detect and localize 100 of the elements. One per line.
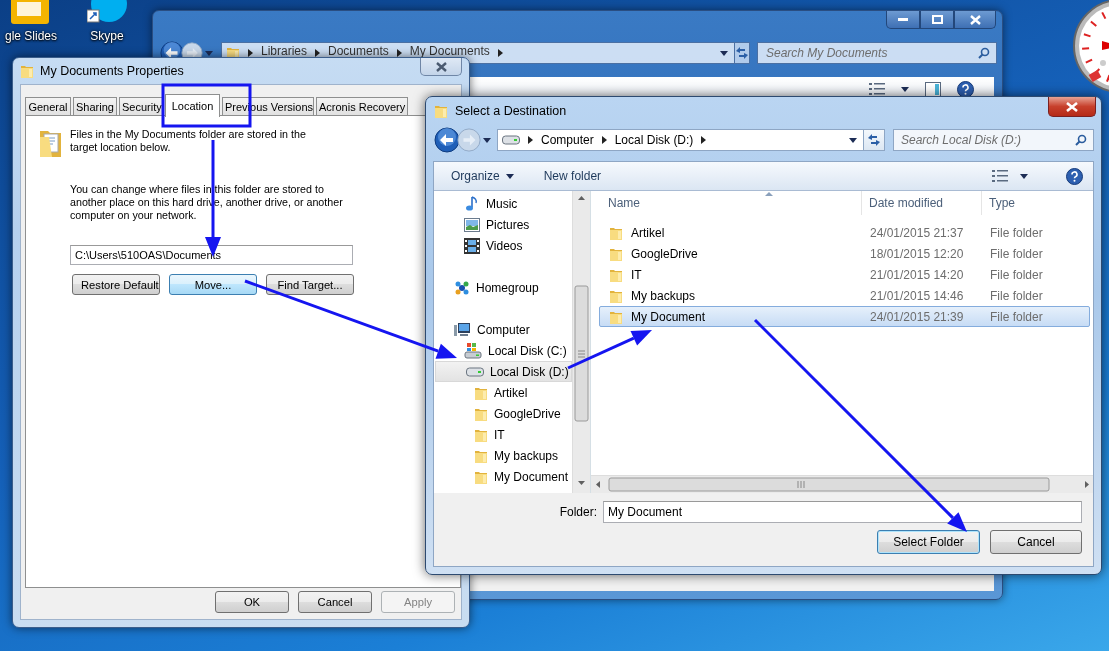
maximize-button[interactable] bbox=[920, 11, 954, 29]
file-name: Artikel bbox=[631, 225, 665, 240]
date-modified: 24/01/2015 21:39 bbox=[869, 309, 965, 324]
dropdown-arrow-icon[interactable] bbox=[505, 173, 514, 179]
folder-icon bbox=[434, 103, 448, 119]
breadcrumb-item[interactable]: Computer bbox=[541, 133, 594, 147]
documents-folder-icon bbox=[39, 128, 62, 158]
chevron-icon bbox=[701, 136, 707, 144]
file-type: File folder bbox=[989, 267, 1043, 282]
window-title: My Documents Properties bbox=[40, 64, 184, 78]
dropdown-arrow-icon[interactable] bbox=[849, 137, 858, 143]
slides-app-icon[interactable] bbox=[11, 0, 51, 26]
search-field[interactable]: Search Local Disk (D:) bbox=[893, 129, 1094, 151]
view-options-icon[interactable] bbox=[869, 82, 885, 96]
toolbar-button[interactable]: New folder bbox=[535, 165, 610, 187]
file-type: File folder bbox=[989, 225, 1043, 240]
close-icon bbox=[969, 14, 981, 25]
file-row[interactable]: Artikel 24/01/2015 21:37 File folder bbox=[599, 222, 1090, 243]
dialog-button[interactable]: OK bbox=[215, 591, 289, 613]
chevron-icon bbox=[248, 49, 253, 57]
refresh-icon[interactable] bbox=[735, 46, 749, 60]
tree-item[interactable]: Music bbox=[434, 193, 573, 214]
search-field[interactable]: Search My Documents bbox=[757, 42, 997, 64]
column-header[interactable]: Date modified bbox=[862, 191, 982, 215]
dialog-button[interactable]: Cancel bbox=[990, 530, 1082, 554]
desktop-icon-label[interactable]: gle Slides bbox=[5, 29, 57, 43]
description-text: Files in the My Documents folder are stored in the target location below. bbox=[70, 128, 307, 155]
file-name: My Document bbox=[631, 309, 706, 324]
breadcrumb-item[interactable]: My Documents bbox=[409, 44, 490, 58]
music-note-icon bbox=[464, 195, 480, 212]
window-title: Select a Destination bbox=[455, 104, 567, 118]
dialog-button[interactable]: Find Target... bbox=[266, 274, 354, 295]
dropdown-arrow-icon[interactable] bbox=[1020, 173, 1028, 179]
dialog-button[interactable]: Move... bbox=[169, 274, 257, 295]
close-icon bbox=[1066, 101, 1078, 112]
dropdown-arrow-icon[interactable] bbox=[720, 50, 728, 56]
back-button[interactable] bbox=[434, 127, 460, 153]
folder-field[interactable]: My Document bbox=[603, 501, 1082, 523]
tree-item[interactable]: Local Disk (D:) bbox=[435, 361, 572, 382]
tree-item[interactable]: Artikel bbox=[434, 382, 573, 403]
toolbar-button[interactable]: Organize bbox=[443, 165, 522, 187]
close-button[interactable] bbox=[1048, 97, 1096, 117]
picture-icon bbox=[464, 217, 480, 232]
file-row[interactable]: My Document 24/01/2015 21:39 File folder bbox=[599, 306, 1090, 327]
file-type: File folder bbox=[989, 246, 1043, 261]
minimize-button[interactable] bbox=[886, 11, 920, 29]
preview-pane-icon[interactable] bbox=[925, 81, 941, 97]
date-modified: 18/01/2015 12:20 bbox=[869, 246, 965, 261]
tree-item[interactable]: Videos bbox=[434, 235, 573, 256]
date-modified: 21/01/2015 14:46 bbox=[869, 288, 965, 303]
tree-item[interactable]: My Document bbox=[434, 466, 573, 487]
path-field[interactable]: C:\Users\510OAS\Documents bbox=[70, 245, 353, 265]
file-name: IT bbox=[631, 267, 642, 282]
file-type: File folder bbox=[989, 309, 1043, 324]
drive-icon bbox=[466, 366, 484, 377]
tree-item[interactable]: Pictures bbox=[434, 214, 573, 235]
dropdown-arrow-icon[interactable] bbox=[901, 86, 909, 92]
sort-arrow-icon bbox=[765, 192, 773, 196]
date-modified: 24/01/2015 21:37 bbox=[869, 225, 965, 240]
chevron-icon bbox=[497, 49, 503, 57]
address-bar[interactable]: Computer Local Disk (D:) bbox=[497, 129, 865, 151]
help-icon[interactable] bbox=[1066, 167, 1083, 185]
file-name: GoogleDrive bbox=[631, 246, 698, 261]
file-row[interactable]: My backups 21/01/2015 14:46 File folder bbox=[599, 285, 1090, 306]
tree-item[interactable]: GoogleDrive bbox=[434, 403, 573, 424]
dialog-button[interactable]: Restore Default bbox=[72, 274, 160, 295]
scrollbar[interactable] bbox=[572, 191, 590, 493]
file-row[interactable]: IT 21/01/2015 14:20 File folder bbox=[599, 264, 1090, 285]
search-icon[interactable] bbox=[978, 47, 990, 59]
column-header[interactable]: Type bbox=[982, 196, 1015, 210]
tree-item[interactable]: Computer bbox=[434, 319, 573, 340]
desktop-icon-label[interactable]: Skype bbox=[90, 29, 124, 43]
scrollbar[interactable] bbox=[591, 475, 1093, 493]
tree-item[interactable]: Local Disk (C:) bbox=[434, 340, 573, 361]
dialog-button[interactable]: Cancel bbox=[298, 591, 372, 613]
close-icon bbox=[435, 61, 447, 72]
tree-item[interactable]: My backups bbox=[434, 445, 573, 466]
film-strip-icon bbox=[464, 237, 480, 254]
refresh-icon[interactable] bbox=[867, 133, 881, 147]
system-drive-icon bbox=[464, 342, 482, 359]
file-name: My backups bbox=[631, 288, 696, 303]
breadcrumb-item[interactable]: Local Disk (D:) bbox=[614, 133, 694, 147]
breadcrumb-item[interactable]: Libraries bbox=[261, 44, 308, 58]
drive-icon bbox=[502, 135, 520, 145]
file-row[interactable]: GoogleDrive 18/01/2015 12:20 File folder bbox=[599, 243, 1090, 264]
tree-item[interactable]: IT bbox=[434, 424, 573, 445]
folder-icon bbox=[20, 63, 34, 79]
column-header[interactable]: Name bbox=[599, 191, 862, 215]
breadcrumb-item[interactable]: Documents bbox=[328, 44, 389, 58]
tree-item[interactable]: Homegroup bbox=[434, 277, 573, 298]
chevron-icon bbox=[601, 136, 607, 144]
history-dropdown-icon[interactable] bbox=[483, 137, 491, 143]
close-button[interactable] bbox=[954, 11, 996, 29]
chevron-icon bbox=[315, 49, 321, 57]
dialog-button[interactable]: Select Folder bbox=[877, 530, 980, 554]
chevron-icon bbox=[528, 136, 533, 144]
search-icon[interactable] bbox=[1075, 134, 1087, 146]
view-options-icon[interactable] bbox=[992, 169, 1008, 183]
close-button[interactable] bbox=[420, 58, 462, 76]
tab[interactable]: Location bbox=[165, 94, 220, 117]
